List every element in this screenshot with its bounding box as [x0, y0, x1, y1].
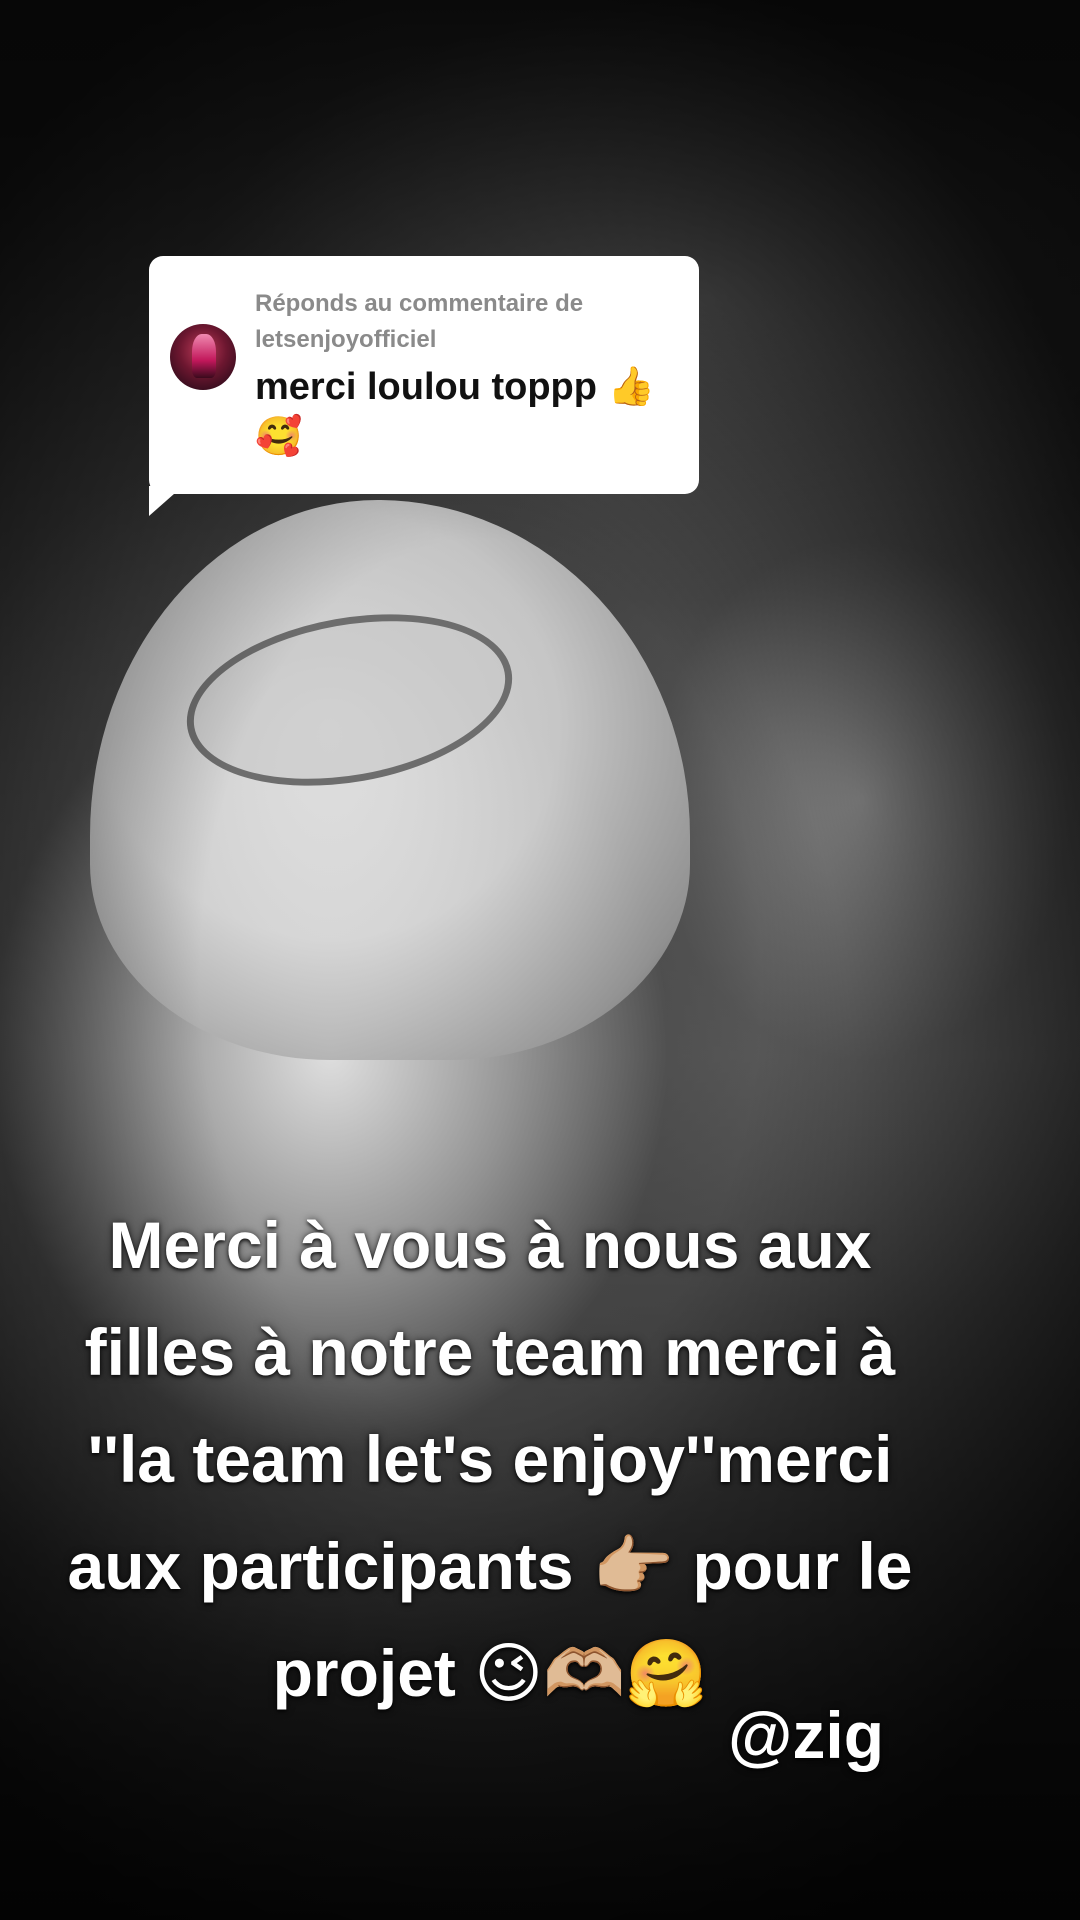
video-caption: Merci à vous à nous aux filles à notre t…	[30, 1192, 950, 1727]
reply-label: Réponds au commentaire de letsenjoyoffic…	[255, 290, 584, 353]
caption-line: ''la team let's enjoy''merci	[87, 1422, 893, 1496]
caption-line: Merci à vous à nous aux	[108, 1208, 872, 1282]
caption-line: aux participants 👉🏼 pour le	[67, 1529, 913, 1603]
user-mention[interactable]: @zig	[728, 1690, 884, 1780]
commenter-avatar[interactable]	[170, 324, 236, 390]
avatar-figure	[192, 334, 216, 378]
reply-comment-text: merci loulou toppp 👍🥰	[255, 366, 655, 458]
caption-line: filles à notre team merci à	[84, 1315, 896, 1389]
reply-card-tail	[149, 486, 183, 516]
